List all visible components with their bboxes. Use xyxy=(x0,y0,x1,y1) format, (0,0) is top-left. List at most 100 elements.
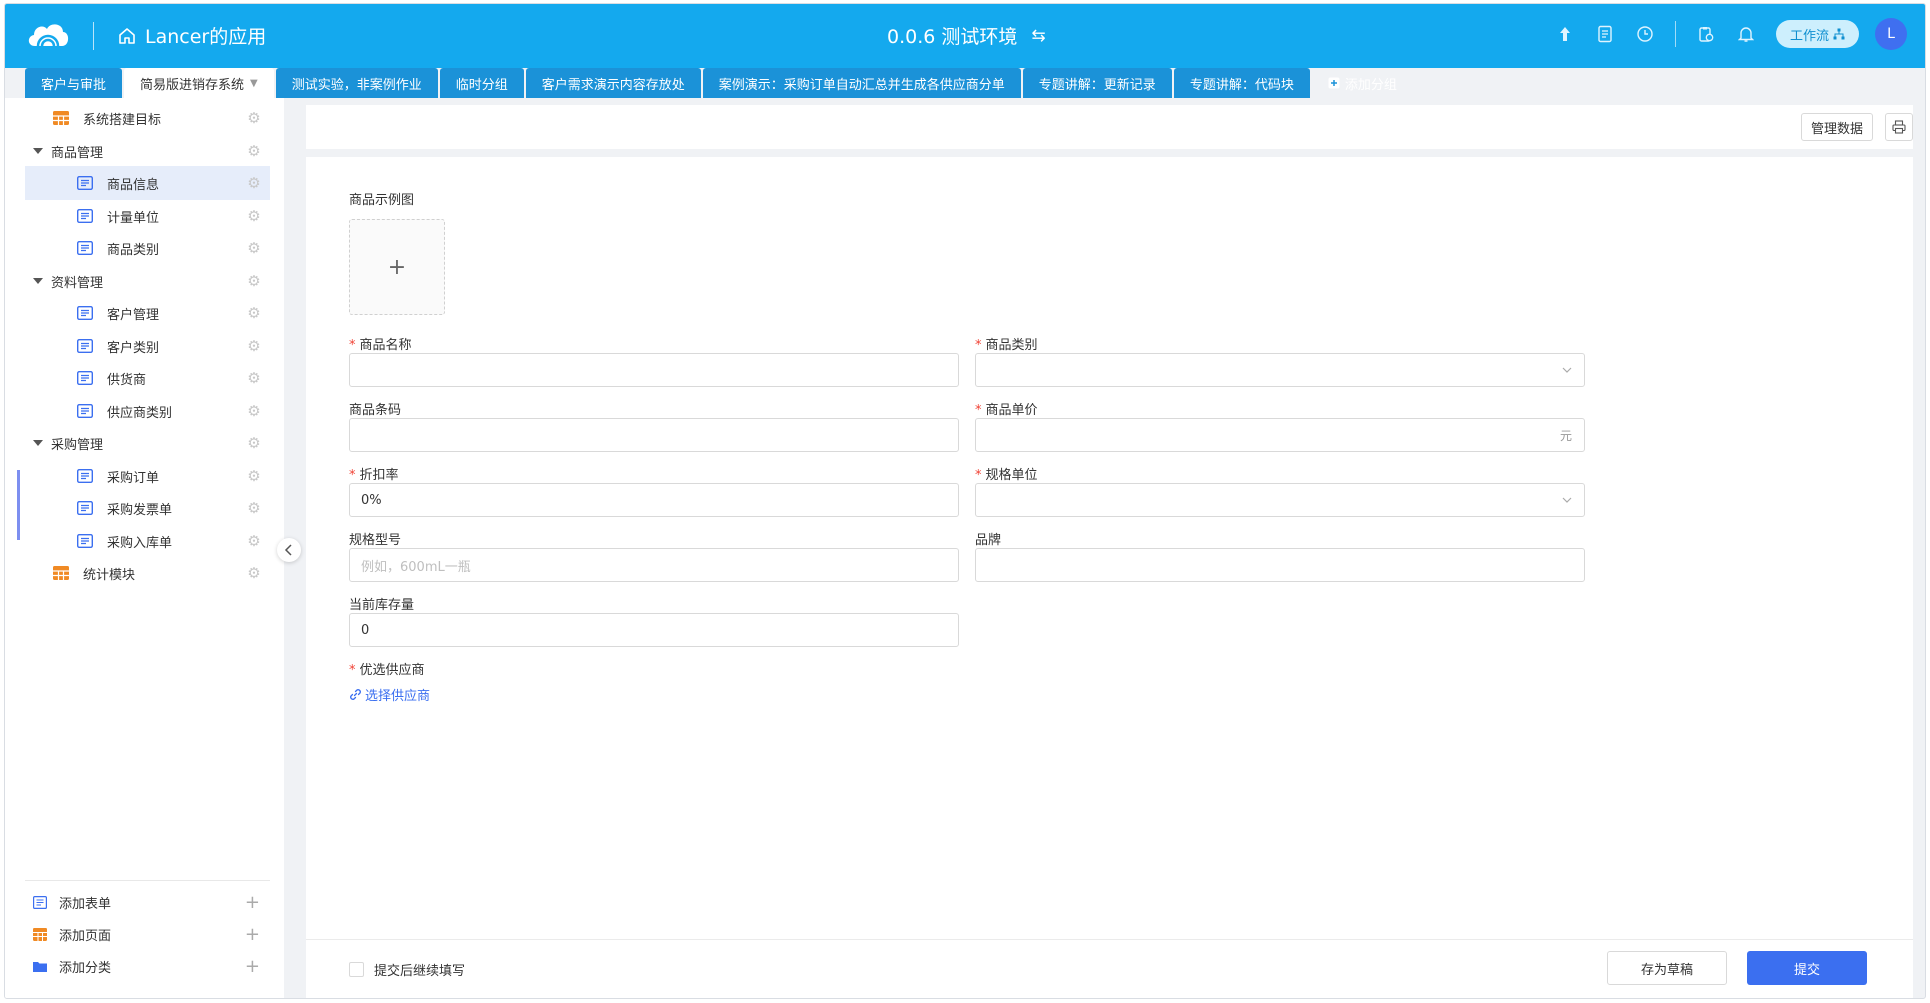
plus-square-icon xyxy=(1328,77,1340,89)
brand-input[interactable] xyxy=(975,548,1585,582)
sidebar-item-product-category[interactable]: 商品类别 ⚙ xyxy=(25,231,270,265)
product-name-input[interactable] xyxy=(349,353,959,387)
sidebar-item-supplier[interactable]: 供货商 ⚙ xyxy=(25,361,270,395)
gear-icon[interactable]: ⚙ xyxy=(246,240,262,256)
select-supplier-label: 选择供应商 xyxy=(365,689,431,704)
product-price-input[interactable]: 元 xyxy=(975,418,1585,452)
spec-unit-label: * 规格单位 xyxy=(975,464,1038,483)
continue-after-submit-checkbox[interactable]: 提交后继续填写 xyxy=(349,960,465,979)
field-label-text: 商品名称 xyxy=(359,338,412,353)
gear-icon[interactable]: ⚙ xyxy=(246,468,262,484)
tab-label: 临时分组 xyxy=(455,77,508,93)
chevron-left-icon xyxy=(284,544,292,556)
product-barcode-input[interactable] xyxy=(349,418,959,452)
sidebar-item-customer-management[interactable]: 客户管理 ⚙ xyxy=(25,296,270,330)
sidebar-item-purchase-invoice[interactable]: 采购发票单 ⚙ xyxy=(25,491,270,525)
field-value: 0% xyxy=(361,492,382,508)
sidebar-item-statistics[interactable]: 统计模块 ⚙ xyxy=(25,556,270,590)
caret-down-icon[interactable]: ▼ xyxy=(250,78,258,89)
save-draft-button[interactable]: 存为草稿 xyxy=(1607,951,1727,985)
tab-label: 案例演示：采购订单自动汇总并生成各供应商分单 xyxy=(718,77,1005,93)
form-toolbar: 管理数据 xyxy=(306,105,1913,149)
gear-icon[interactable]: ⚙ xyxy=(246,175,262,191)
user-avatar[interactable]: L xyxy=(1875,18,1907,50)
spec-model-input[interactable]: 例如，600mL一瓶 xyxy=(349,548,959,582)
gear-icon[interactable]: ⚙ xyxy=(246,143,262,159)
sidebar-item-product-info[interactable]: 商品信息 ⚙ xyxy=(25,166,270,200)
add-category-button[interactable]: 添加分类 + xyxy=(25,953,270,979)
sidebar-group-product-management[interactable]: 商品管理 ⚙ xyxy=(25,134,270,168)
sidebar-item-supplier-category[interactable]: 供应商类别 ⚙ xyxy=(25,394,270,428)
plus-icon[interactable]: + xyxy=(245,892,260,913)
sidebar-group-data-management[interactable]: 资料管理 ⚙ xyxy=(25,264,270,298)
gear-icon[interactable]: ⚙ xyxy=(246,273,262,289)
gear-icon[interactable]: ⚙ xyxy=(246,208,262,224)
gear-icon[interactable]: ⚙ xyxy=(246,370,262,386)
sidebar-item-measure-unit[interactable]: 计量单位 ⚙ xyxy=(25,199,270,233)
gear-icon[interactable]: ⚙ xyxy=(246,533,262,549)
workflow-label: 工作流 xyxy=(1789,28,1829,44)
current-stock-input[interactable]: 0 xyxy=(349,613,959,647)
sidebar-item-system-goal[interactable]: 系统搭建目标 ⚙ xyxy=(25,101,270,135)
sidebar-item-purchase-order[interactable]: 采购订单 ⚙ xyxy=(25,459,270,493)
checkbox[interactable] xyxy=(349,962,364,977)
tab-customers-approval[interactable]: 客户与审批 xyxy=(25,68,123,98)
product-name-label: * 商品名称 xyxy=(349,334,412,353)
sidebar-item-customer-category[interactable]: 客户类别 ⚙ xyxy=(25,329,270,363)
sidebar-item-label: 供应商类别 xyxy=(107,405,173,421)
add-form-button[interactable]: 添加表单 + xyxy=(25,889,270,915)
document-icon[interactable] xyxy=(1595,24,1615,44)
submit-button[interactable]: 提交 xyxy=(1747,951,1867,985)
select-supplier-link[interactable]: 选择供应商 xyxy=(349,685,430,704)
discount-input[interactable]: 0% xyxy=(349,483,959,517)
app-title-text: Lancer的应用 xyxy=(145,26,267,48)
sidebar-item-label: 供货商 xyxy=(107,372,147,388)
clipboard-time-icon[interactable] xyxy=(1696,24,1716,44)
table-page-icon xyxy=(53,111,69,125)
gear-icon[interactable]: ⚙ xyxy=(246,435,262,451)
tab-topic-updates[interactable]: 专题讲解：更新记录 xyxy=(1022,68,1172,98)
cloud-logo-icon[interactable] xyxy=(25,18,71,52)
spec-unit-select[interactable] xyxy=(975,483,1585,517)
page-add-icon xyxy=(33,927,47,941)
gear-icon[interactable]: ⚙ xyxy=(246,305,262,321)
print-button[interactable] xyxy=(1885,113,1913,141)
tab-topic-code[interactable]: 专题讲解：代码块 xyxy=(1173,68,1310,98)
sidebar-group-purchase-management[interactable]: 采购管理 ⚙ xyxy=(25,426,270,460)
tab-customer-demos[interactable]: 客户需求演示内容存放处 xyxy=(525,68,701,98)
gear-icon[interactable]: ⚙ xyxy=(246,110,262,126)
plus-icon[interactable]: + xyxy=(245,956,260,977)
triangle-down-icon[interactable] xyxy=(33,276,43,286)
sidebar-scroll-indicator[interactable] xyxy=(17,470,20,540)
swap-icon[interactable]: ⇆ xyxy=(1031,26,1045,46)
tab-test-experiment[interactable]: 测试实验，非案例作业 xyxy=(275,68,438,98)
triangle-down-icon[interactable] xyxy=(33,146,43,156)
form-icon xyxy=(77,469,93,483)
plus-icon[interactable]: + xyxy=(245,924,260,945)
sidebar-item-purchase-receipt[interactable]: 采购入库单 ⚙ xyxy=(25,524,270,558)
product-category-select[interactable] xyxy=(975,353,1585,387)
bell-icon[interactable] xyxy=(1736,24,1756,44)
environment-switcher[interactable]: 0.0.6 测试环境 ⇆ xyxy=(887,22,1046,49)
field-label-text: 商品示例图 xyxy=(349,193,415,208)
tab-temporary-group[interactable]: 临时分组 xyxy=(439,68,524,98)
upgrade-arrow-icon[interactable] xyxy=(1555,24,1575,44)
clock-icon[interactable] xyxy=(1635,24,1655,44)
form-icon xyxy=(77,501,93,515)
triangle-down-icon[interactable] xyxy=(33,438,43,448)
app-title[interactable]: Lancer的应用 xyxy=(117,22,266,49)
gear-icon[interactable]: ⚙ xyxy=(246,403,262,419)
image-upload[interactable]: + xyxy=(349,219,445,315)
add-page-button[interactable]: 添加页面 + xyxy=(25,921,270,947)
add-group-button[interactable]: 添加分组 xyxy=(1312,68,1413,98)
tab-inventory-system[interactable]: 简易版进销存系统 ▼ xyxy=(124,68,274,98)
workflow-button[interactable]: 工作流 xyxy=(1775,20,1859,48)
gear-icon[interactable]: ⚙ xyxy=(246,500,262,516)
gear-icon[interactable]: ⚙ xyxy=(246,338,262,354)
manage-data-button[interactable]: 管理数据 xyxy=(1800,113,1873,141)
sidebar: 系统搭建目标 ⚙ 商品管理 ⚙ 商品信息 ⚙ 计量单位 ⚙ 商品类别 ⚙ 资料管… xyxy=(5,98,284,998)
gear-icon[interactable]: ⚙ xyxy=(246,565,262,581)
tab-case-demo[interactable]: 案例演示：采购订单自动汇总并生成各供应商分单 xyxy=(702,68,1021,98)
collapse-sidebar-button[interactable] xyxy=(277,538,301,562)
tab-label: 客户需求演示内容存放处 xyxy=(541,77,685,93)
